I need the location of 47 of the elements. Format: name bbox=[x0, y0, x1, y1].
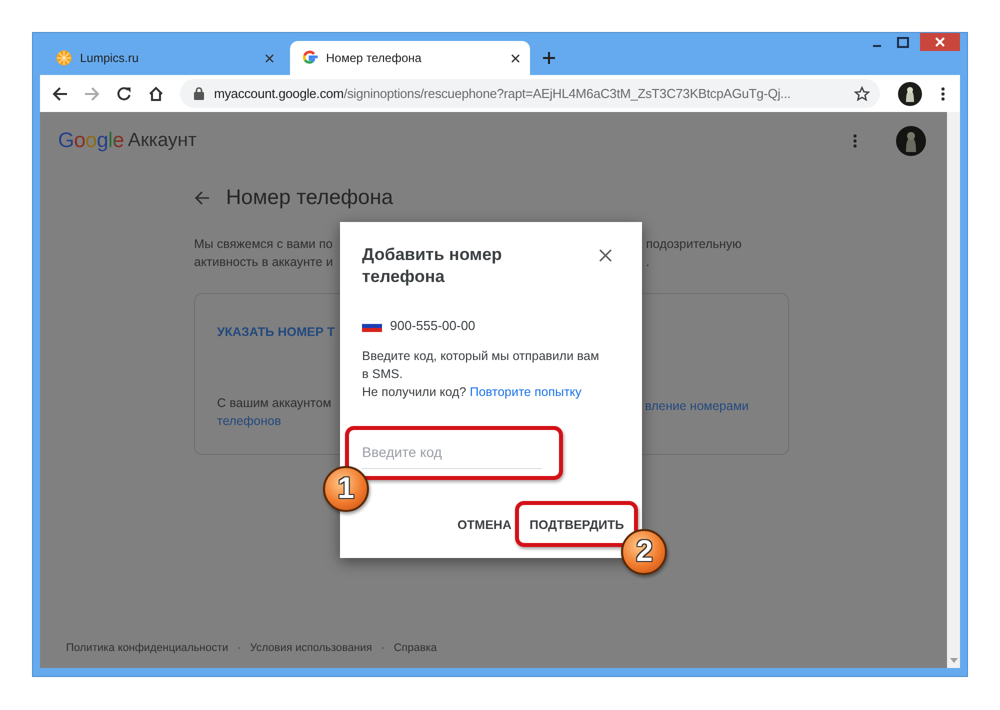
description-text: активность в аккаунте и bbox=[194, 254, 334, 271]
instruction-text: Введите код, который мы отправили вам в SMS. bbox=[362, 348, 600, 383]
address-bar[interactable]: myaccount.google.com/signinoptions/rescuephone?rapt=AEjHL4M6aC3tM_ZsT3C73KBtcpAGuTg-Qj... bbox=[180, 79, 880, 108]
retry-link[interactable]: Повторите попытку bbox=[470, 385, 582, 399]
step-badge: 2 bbox=[621, 529, 668, 575]
close-icon[interactable] bbox=[511, 54, 520, 62]
lock-icon bbox=[194, 87, 204, 100]
description-text: подозрительную bbox=[646, 236, 743, 253]
code-input-field[interactable]: Введите код bbox=[362, 436, 542, 469]
brand-logo: Google bbox=[58, 129, 124, 153]
google-icon bbox=[302, 50, 318, 66]
info-text: С вашим аккаунтом bbox=[217, 395, 332, 412]
tab-title: Lumpics.ru bbox=[80, 51, 140, 65]
description-text: . bbox=[646, 254, 650, 271]
reload-icon[interactable] bbox=[116, 86, 132, 102]
footer-link[interactable]: Справка bbox=[394, 642, 437, 654]
browser-tab[interactable]: Lumpics.ru bbox=[44, 41, 284, 75]
dialog-title: Добавить номер телефона bbox=[362, 244, 503, 288]
home-icon[interactable] bbox=[148, 86, 164, 102]
manage-numbers-link[interactable]: телефонов bbox=[217, 412, 341, 430]
retry-text: Не получили код? Повторите попытку bbox=[362, 384, 583, 401]
footer-link[interactable]: Условия использования bbox=[250, 642, 372, 654]
step-badge: 1 bbox=[323, 466, 369, 512]
page-title: Номер телефона bbox=[226, 186, 394, 210]
footer-link[interactable]: Политика конфиденциальности bbox=[66, 642, 228, 654]
browser-tab[interactable]: Номер телефона bbox=[290, 41, 530, 75]
add-phone-link[interactable]: УКАЗАТЬ НОМЕР Т bbox=[217, 325, 341, 339]
back-icon[interactable] bbox=[52, 86, 68, 102]
star-icon[interactable] bbox=[854, 86, 870, 102]
phone-number: 900-555-00-00 bbox=[390, 318, 476, 333]
separator-dot: · bbox=[237, 642, 241, 654]
window-close-icon[interactable] bbox=[920, 33, 960, 51]
close-icon[interactable] bbox=[599, 249, 612, 262]
back-arrow-icon[interactable] bbox=[194, 190, 210, 206]
russia-flag-icon bbox=[362, 320, 382, 332]
plus-icon[interactable] bbox=[542, 51, 556, 65]
manage-numbers-link[interactable]: вление номерами bbox=[645, 397, 790, 415]
menu-icon[interactable] bbox=[940, 86, 946, 102]
avatar-icon[interactable] bbox=[898, 82, 922, 106]
site-favicon-icon bbox=[56, 50, 72, 66]
product-name: Аккаунт bbox=[128, 130, 197, 152]
url-text: myaccount.google.com/signinoptions/rescuephone?rapt=AEjHL4M6aC3tM_ZsT3C73KBtcpAGuTg-Qj... bbox=[214, 86, 792, 101]
tab-title: Номер телефона bbox=[326, 51, 422, 65]
description-text: Мы свяжемся с вами по bbox=[194, 236, 334, 253]
separator-dot: · bbox=[381, 642, 385, 654]
close-icon[interactable] bbox=[265, 54, 274, 62]
scrollbar[interactable] bbox=[947, 112, 960, 668]
